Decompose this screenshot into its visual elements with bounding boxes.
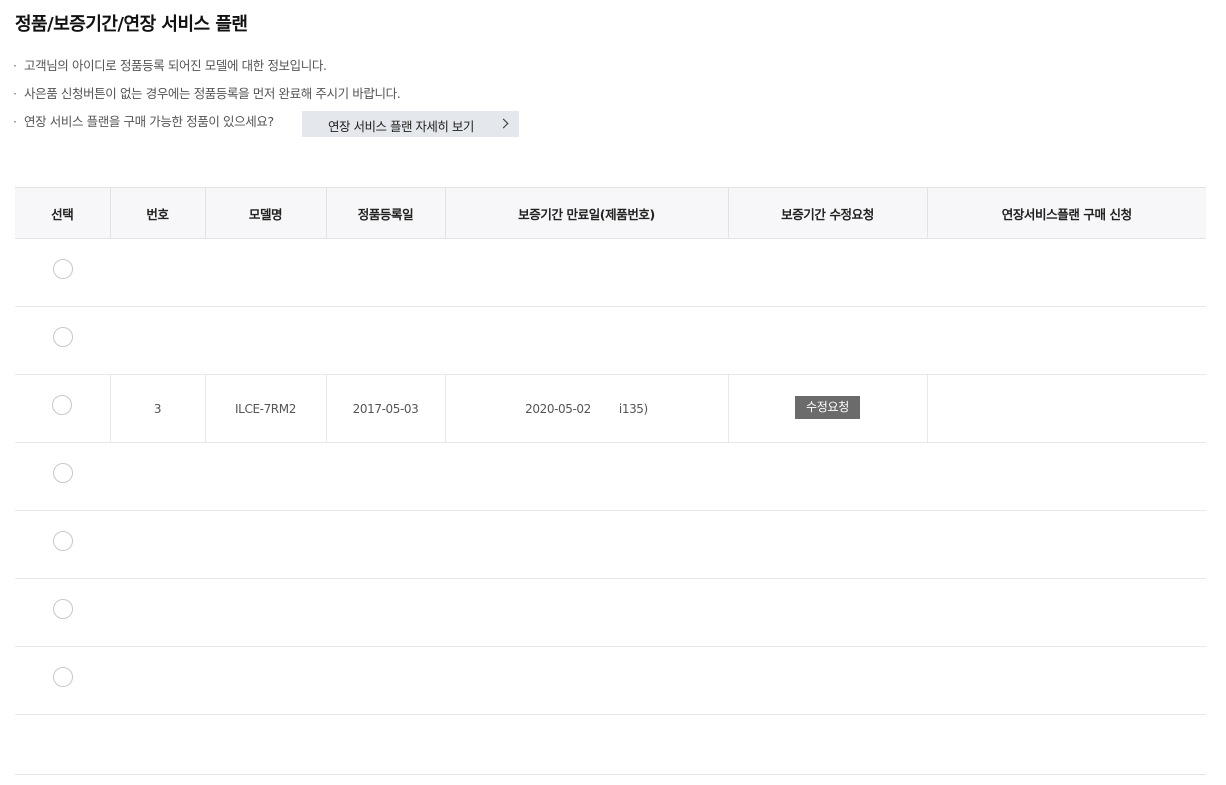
select-radio[interactable] (52, 531, 73, 551)
table-row (15, 578, 1206, 647)
extension-plan-detail-button[interactable]: 연장 서비스 플랜 자세히 보기 (302, 111, 519, 137)
table-header-row: 선택 번호 모델명 정품등록일 보증기간 만료일(제품번호) 보증기간 수정요청… (15, 187, 1206, 239)
page-title: 정품/보증기간/연장 서비스 플랜 (15, 14, 248, 35)
select-radio[interactable] (52, 395, 73, 415)
table-row (15, 510, 1206, 579)
masked-cell (110, 238, 1206, 307)
table-row (15, 646, 1206, 715)
masked-cell (110, 578, 1206, 647)
masked-cell (110, 442, 1206, 511)
row-number: 3 (109, 374, 205, 443)
masked-cell (110, 646, 1206, 715)
select-cell (15, 238, 110, 307)
bullet-icon: · (13, 86, 17, 101)
select-radio[interactable] (52, 463, 73, 483)
column-header-warranty-edit: 보증기간 수정요청 (727, 187, 927, 239)
column-header-reg-date: 정품등록일 (325, 187, 445, 239)
notice-item: · 사은품 신청버튼이 없는 경우에는 정품등록을 먼저 완료해 주시기 바랍니… (13, 84, 401, 112)
select-cell (15, 510, 110, 579)
column-header-warranty-end: 보증기간 만료일(제품번호) (444, 187, 728, 239)
product-table: 선택 번호 모델명 정품등록일 보증기간 만료일(제품번호) 보증기간 수정요청… (15, 187, 1206, 715)
table-row (15, 306, 1206, 375)
row-warranty-end: 2020-05-02 (525, 401, 591, 416)
select-cell (15, 374, 110, 443)
row-serial-fragment: i135) (618, 401, 648, 416)
column-header-extension-plan: 연장서비스플랜 구매 신청 (926, 187, 1206, 239)
chevron-right-icon (498, 118, 509, 129)
row-model: ILCE-7RM2 (204, 374, 326, 443)
extension-plan-detail-label: 연장 서비스 플랜 자세히 보기 (328, 119, 474, 134)
select-cell (15, 578, 110, 647)
select-radio[interactable] (52, 599, 73, 619)
column-header-select: 선택 (15, 187, 110, 239)
bullet-icon: · (13, 58, 17, 73)
column-header-model: 모델명 (204, 187, 326, 239)
bullet-icon: · (13, 114, 17, 129)
select-cell (15, 646, 110, 715)
select-radio[interactable] (52, 327, 73, 347)
notice-item: · 고객님의 아이디로 정품등록 되어진 모델에 대한 정보입니다. (13, 56, 400, 84)
column-header-number: 번호 (109, 187, 205, 239)
notice-text: 연장 서비스 플랜을 구매 가능한 정품이 있으세요? (24, 114, 274, 129)
warranty-edit-request-button[interactable]: 수정요청 (795, 396, 860, 419)
table-row (15, 238, 1206, 307)
section-divider (15, 774, 1206, 775)
select-radio[interactable] (52, 259, 73, 279)
table-row: 3 ILCE-7RM2 2017-05-03 2020-05-02 i135) 수… (15, 374, 1206, 443)
select-radio[interactable] (52, 667, 73, 687)
masked-cell (110, 306, 1206, 375)
select-cell (15, 442, 110, 511)
table-row (15, 442, 1206, 511)
row-warranty-edit-cell: 수정요청 (727, 374, 927, 443)
select-cell (15, 306, 110, 375)
masked-cell (110, 510, 1206, 579)
row-extension-plan-cell (926, 374, 1206, 443)
row-reg-date: 2017-05-03 (325, 374, 445, 443)
notice-text: 고객님의 아이디로 정품등록 되어진 모델에 대한 정보입니다. (24, 58, 327, 73)
notice-text: 사은품 신청버튼이 없는 경우에는 정품등록을 먼저 완료해 주시기 바랍니다. (24, 86, 401, 101)
row-warranty-end-cell: 2020-05-02 i135) (444, 374, 728, 443)
